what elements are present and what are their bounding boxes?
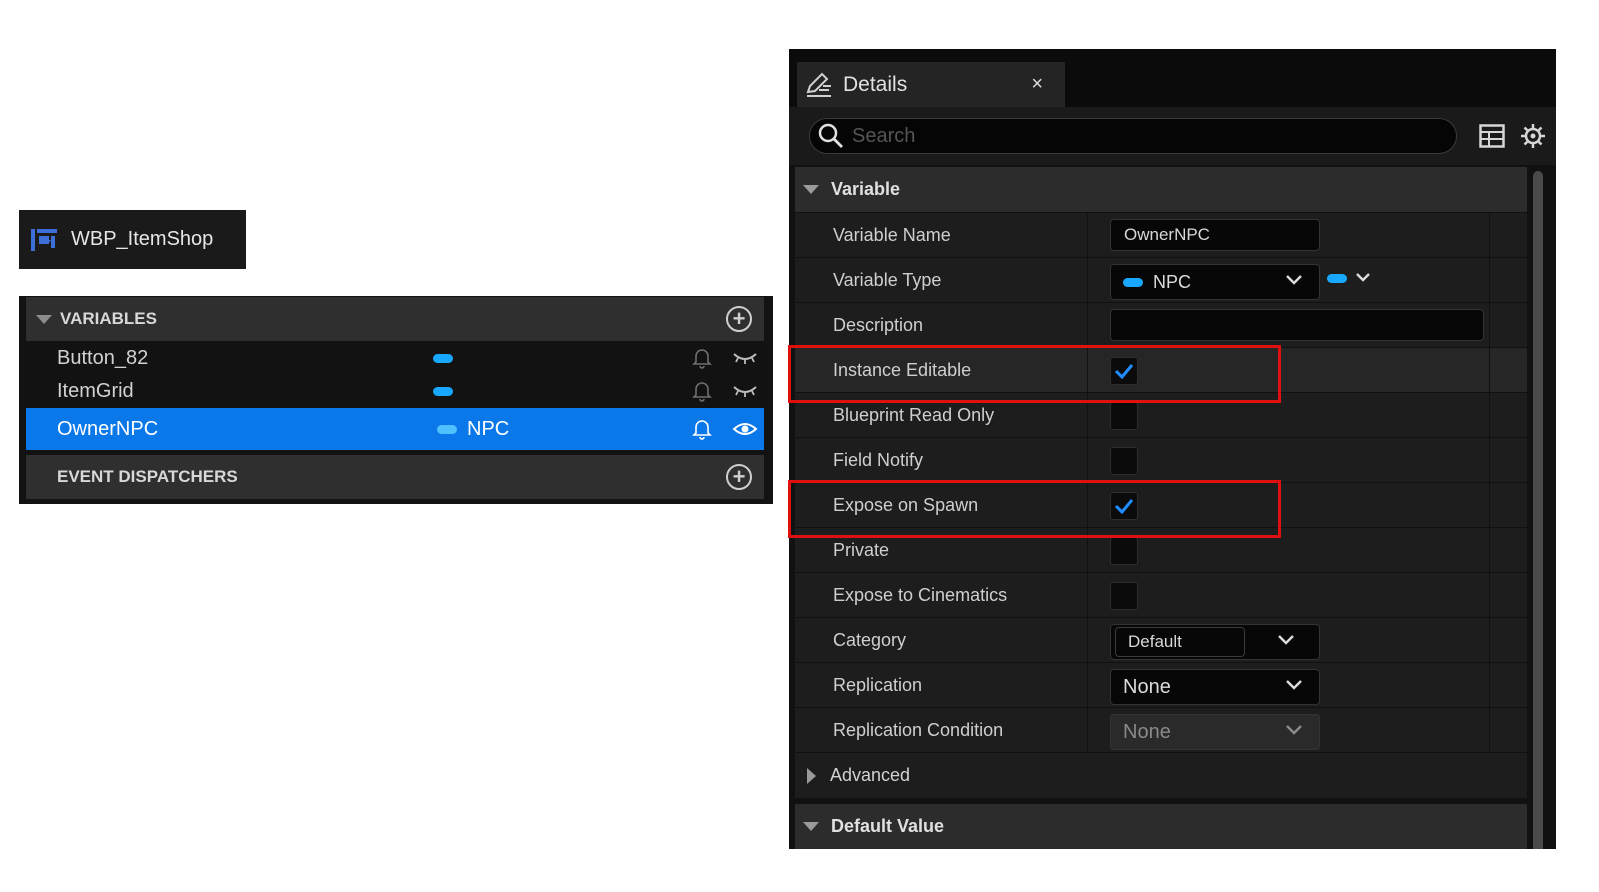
variables-header-label: VARIABLES bbox=[60, 309, 157, 328]
property-row-description: Description bbox=[795, 302, 1527, 348]
property-row-category: Category Default bbox=[795, 617, 1527, 663]
private-checkbox[interactable] bbox=[1110, 537, 1138, 565]
property-label: Replication bbox=[833, 675, 923, 695]
widget-blueprint-icon bbox=[31, 228, 57, 251]
eye-open-icon[interactable] bbox=[732, 421, 758, 437]
property-row-field-notify: Field Notify bbox=[795, 437, 1527, 483]
blueprint-read-only-checkbox[interactable] bbox=[1110, 402, 1138, 430]
field-notify-checkbox[interactable] bbox=[1110, 447, 1138, 475]
property-label: Category bbox=[833, 630, 907, 650]
details-tab-bar: Details × bbox=[789, 49, 1556, 107]
section-label: Advanced bbox=[830, 765, 911, 785]
close-icon[interactable]: × bbox=[1031, 73, 1043, 96]
highlight-expose-on-spawn bbox=[788, 480, 1281, 538]
variable-row[interactable]: ItemGrid bbox=[26, 375, 764, 407]
category-field[interactable]: Default bbox=[1115, 627, 1245, 657]
property-label: Expose to Cinematics bbox=[833, 585, 1008, 605]
property-label: Variable Type bbox=[833, 270, 942, 290]
bell-icon[interactable] bbox=[692, 418, 712, 440]
property-label: Variable Name bbox=[833, 225, 951, 245]
search-input[interactable] bbox=[852, 124, 1412, 148]
variable-type-value: NPC bbox=[1153, 271, 1192, 292]
variable-name: OwnerNPC bbox=[57, 417, 159, 440]
details-panel: Details × Variable Variable Name Own bbox=[789, 49, 1556, 849]
add-variable-button[interactable]: + bbox=[726, 306, 752, 332]
collapse-arrow-icon[interactable] bbox=[803, 185, 819, 194]
highlight-instance-editable bbox=[788, 345, 1281, 403]
replication-value: None bbox=[1123, 675, 1171, 698]
property-row-replication-condition: Replication Condition None bbox=[795, 707, 1527, 753]
replication-condition-dropdown: None bbox=[1110, 714, 1320, 750]
property-label: Field Notify bbox=[833, 450, 924, 470]
search-icon bbox=[818, 123, 843, 148]
type-pill-icon bbox=[1123, 277, 1143, 287]
expand-arrow-icon[interactable] bbox=[807, 767, 816, 784]
expose-to-cinematics-checkbox[interactable] bbox=[1110, 582, 1138, 610]
blueprint-title: WBP_ItemShop bbox=[71, 228, 214, 250]
chevron-down-icon bbox=[1286, 275, 1302, 285]
variable-type-label: NPC bbox=[467, 417, 510, 440]
advanced-section-header[interactable]: Advanced bbox=[795, 753, 1527, 798]
chevron-down-icon[interactable] bbox=[1277, 634, 1295, 646]
default-value-section-header[interactable]: Default Value bbox=[795, 804, 1527, 849]
variable-type-pill-icon bbox=[433, 354, 453, 363]
details-scrollbar[interactable] bbox=[1533, 171, 1543, 849]
property-matrix-icon[interactable] bbox=[1479, 124, 1505, 148]
details-tab[interactable]: Details × bbox=[797, 62, 1065, 107]
property-row-expose-to-cinematics: Expose to Cinematics bbox=[795, 572, 1527, 618]
variables-header[interactable]: VARIABLES + bbox=[26, 297, 764, 341]
blueprint-tab[interactable]: WBP_ItemShop bbox=[19, 210, 246, 269]
details-pencil-icon bbox=[806, 72, 831, 97]
chevron-down-icon bbox=[1286, 725, 1302, 735]
variable-type-dropdown[interactable]: NPC bbox=[1110, 264, 1320, 300]
chevron-down-icon bbox=[1356, 273, 1370, 282]
category-combo[interactable]: Default bbox=[1110, 624, 1320, 660]
add-event-dispatcher-button[interactable]: + bbox=[726, 464, 752, 490]
section-label: Variable bbox=[831, 179, 901, 199]
variable-name: Button_82 bbox=[57, 346, 149, 369]
my-blueprint-panel: VARIABLES + Button_82 ItemGrid OwnerNPC … bbox=[19, 296, 773, 504]
property-label: Blueprint Read Only bbox=[833, 405, 995, 425]
variable-row[interactable]: Button_82 bbox=[26, 342, 764, 374]
eye-closed-icon[interactable] bbox=[732, 351, 758, 365]
variable-type-pill-icon bbox=[437, 425, 457, 434]
event-dispatchers-header[interactable]: EVENT DISPATCHERS + bbox=[26, 455, 764, 499]
variable-row-selected[interactable]: OwnerNPC NPC bbox=[26, 408, 764, 450]
replication-dropdown[interactable]: None bbox=[1110, 669, 1320, 705]
property-row-replication: Replication None bbox=[795, 662, 1527, 708]
description-field[interactable] bbox=[1110, 309, 1484, 341]
property-row-variable-name: Variable Name OwnerNPC bbox=[795, 212, 1527, 258]
details-tab-title: Details bbox=[843, 72, 908, 96]
variable-name-field[interactable]: OwnerNPC bbox=[1110, 219, 1320, 251]
chevron-down-icon bbox=[1286, 680, 1302, 690]
variable-type-pill-icon bbox=[433, 387, 453, 396]
bell-icon[interactable] bbox=[692, 347, 712, 369]
search-box[interactable] bbox=[809, 118, 1457, 154]
collapse-arrow-icon[interactable] bbox=[803, 822, 819, 831]
variable-section-header[interactable]: Variable bbox=[795, 167, 1527, 212]
section-label: Default Value bbox=[831, 816, 945, 836]
eye-closed-icon[interactable] bbox=[732, 384, 758, 398]
container-pill-icon bbox=[1327, 273, 1347, 283]
property-label: Private bbox=[833, 540, 890, 560]
property-row-variable-type: Variable Type NPC bbox=[795, 257, 1527, 303]
collapse-arrow-icon[interactable] bbox=[36, 314, 52, 324]
details-toolbar bbox=[789, 107, 1556, 165]
gear-icon[interactable] bbox=[1520, 123, 1546, 149]
replication-condition-value: None bbox=[1123, 720, 1171, 743]
property-label: Description bbox=[833, 315, 924, 335]
property-label: Replication Condition bbox=[833, 720, 1004, 740]
event-dispatchers-label: EVENT DISPATCHERS bbox=[57, 467, 238, 486]
variable-name: ItemGrid bbox=[57, 379, 134, 402]
container-type-dropdown[interactable] bbox=[1327, 272, 1371, 284]
bell-icon[interactable] bbox=[692, 380, 712, 402]
